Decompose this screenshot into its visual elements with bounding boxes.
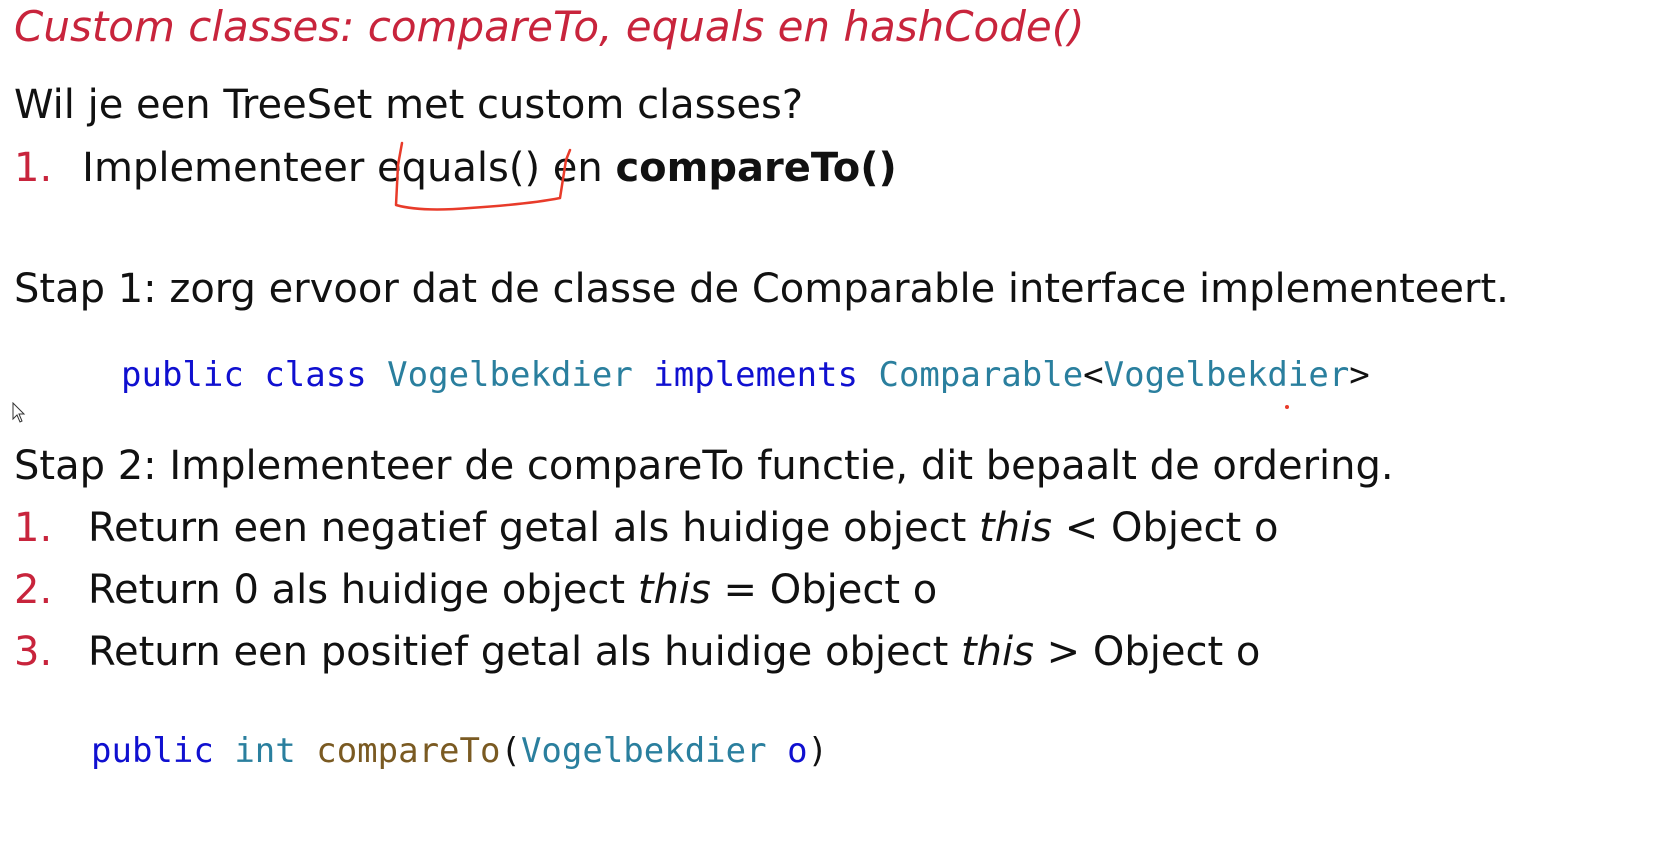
item-emphasis: this xyxy=(960,629,1034,675)
step2-list-item: 1. Return een negatief getal als huidige … xyxy=(14,505,1278,551)
item-text: = Object o xyxy=(710,567,938,613)
code-type-arg: Vogelbekdier xyxy=(1103,355,1350,395)
code-param-name: o xyxy=(787,731,808,771)
mouse-cursor-icon xyxy=(12,402,26,423)
step2-list-item: 3. Return een positief getal als huidige … xyxy=(14,629,1260,675)
step2-code-line: public int compareTo(Vogelbekdier o) xyxy=(91,731,828,771)
step1-code-line: public class Vogelbekdier implements Com… xyxy=(121,355,1370,395)
code-keyword: public xyxy=(121,355,244,395)
item-text: > Object o xyxy=(1033,629,1261,675)
item-text: Return een negatief getal als huidige ob… xyxy=(88,505,980,551)
list-number: 1. xyxy=(14,505,53,551)
code-keyword: class xyxy=(264,355,367,395)
code-method-name: compareTo xyxy=(316,731,501,771)
item-text: Return een positief getal als huidige ob… xyxy=(88,629,961,675)
equals-annotation-scribble xyxy=(394,141,572,211)
code-keyword: public xyxy=(91,731,214,771)
annotation-dot xyxy=(1285,405,1289,409)
code-symbol: > xyxy=(1349,355,1370,395)
step2-text: Stap 2: Implementeer de compareTo functi… xyxy=(14,443,1394,489)
item-emphasis: this xyxy=(979,505,1053,551)
list-number: 2. xyxy=(14,567,53,613)
item-text: < Object o xyxy=(1052,505,1279,551)
code-symbol: < xyxy=(1083,355,1104,395)
code-symbol: ( xyxy=(500,731,521,771)
item-emphasis: this xyxy=(637,567,711,613)
code-param-type: Vogelbekdier xyxy=(520,731,767,771)
step1-text: Stap 1: zorg ervoor dat de classe de Com… xyxy=(14,266,1509,312)
code-class-name: Vogelbekdier xyxy=(387,355,633,395)
code-interface: Comparable xyxy=(878,355,1084,395)
code-keyword: int xyxy=(234,731,296,771)
step2-list-item: 2. Return 0 als huidige object this = Obj… xyxy=(14,567,937,613)
list-number: 3. xyxy=(14,629,53,675)
item-text: Return 0 als huidige object xyxy=(88,567,638,613)
code-keyword: implements xyxy=(653,355,858,395)
code-symbol: ) xyxy=(807,731,829,771)
